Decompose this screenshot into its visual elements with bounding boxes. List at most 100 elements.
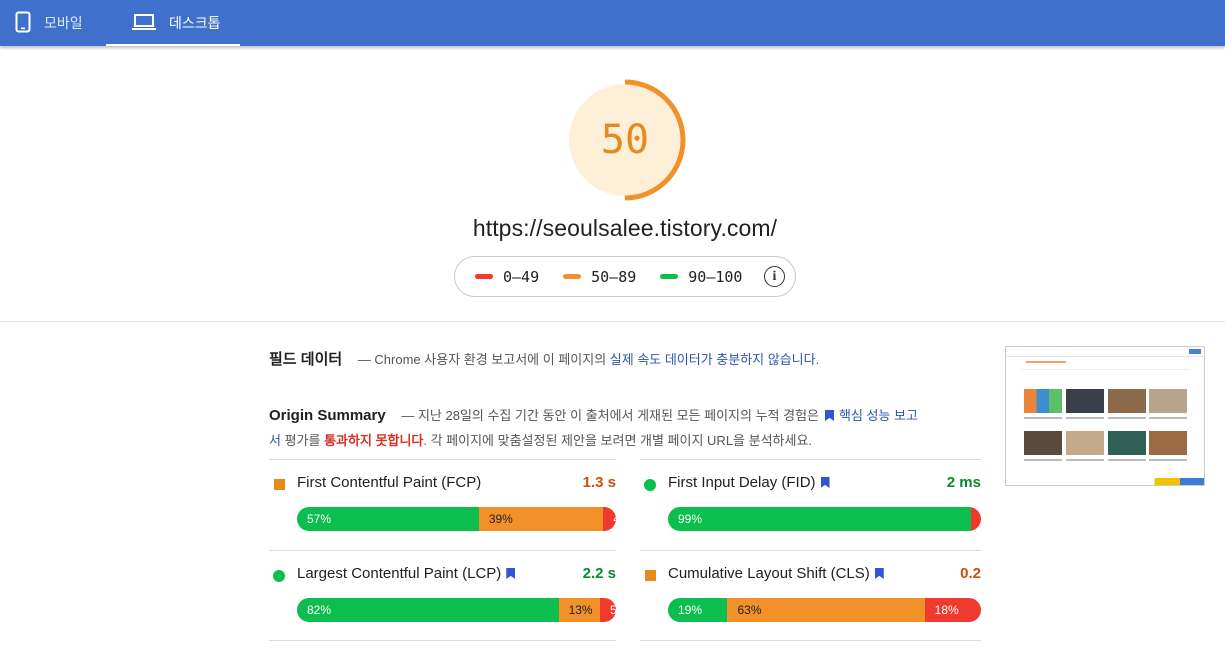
thumbnail-image bbox=[1066, 389, 1104, 413]
average-segment: 63% bbox=[727, 598, 925, 622]
thumbnail-caption bbox=[1024, 459, 1062, 461]
legend-poor-swatch bbox=[475, 274, 493, 279]
tab-desktop-label: 데스크톱 bbox=[169, 15, 221, 31]
metric-divider bbox=[640, 459, 981, 460]
distribution-bar: 19% 63% 18% bbox=[668, 598, 981, 622]
distribution-bar: 82%13%5% bbox=[297, 598, 616, 622]
thumbnail-image bbox=[1108, 431, 1146, 455]
poor-segment bbox=[971, 507, 981, 531]
thumbnail-caption bbox=[1108, 459, 1146, 461]
tab-mobile-label: 모바일 bbox=[44, 15, 83, 31]
good-segment: 57% bbox=[297, 507, 479, 531]
active-tab-indicator bbox=[106, 44, 240, 46]
average-segment: 13% bbox=[558, 598, 601, 622]
info-icon[interactable]: i bbox=[764, 266, 785, 287]
metric-fid: First Input Delay (FID) 2 ms 99% bbox=[640, 459, 981, 550]
poor-segment: 18% bbox=[924, 598, 981, 622]
thumbnail-title bbox=[1026, 361, 1066, 363]
metric-divider bbox=[640, 640, 981, 641]
bookmark-icon bbox=[874, 568, 884, 579]
thumbnail-image bbox=[1149, 431, 1187, 455]
bookmark-icon bbox=[824, 410, 834, 421]
field-data-heading: 필드 데이터 bbox=[269, 351, 343, 368]
thumbnail-caption bbox=[1066, 459, 1104, 461]
thumbnail-caption bbox=[1149, 417, 1187, 419]
legend-good-swatch bbox=[660, 274, 679, 279]
metric-value: 2 ms bbox=[946, 474, 981, 491]
metric-divider bbox=[269, 640, 616, 641]
origin-summary: Origin Summary — 지난 28일의 수집 기간 동안 이 출처에서… bbox=[269, 403, 929, 453]
performance-score: 50 bbox=[600, 117, 650, 163]
poor-segment: 4% bbox=[603, 507, 616, 531]
metric-divider bbox=[269, 550, 616, 551]
thumbnail-caption bbox=[1108, 417, 1146, 419]
legend-average-label: 50–89 bbox=[591, 267, 637, 286]
tab-mobile[interactable]: 모바일 bbox=[0, 0, 104, 46]
score-legend: 0–49 50–89 90–100 i bbox=[454, 256, 796, 297]
section-divider bbox=[0, 321, 1225, 322]
average-status-icon bbox=[645, 570, 656, 581]
phone-icon bbox=[15, 11, 44, 36]
thumbnail-caption bbox=[1066, 417, 1104, 419]
metric-name: Cumulative Layout Shift (CLS) bbox=[668, 565, 884, 582]
metric-lcp: Largest Contentful Paint (LCP) 2.2 s 82%… bbox=[269, 550, 616, 641]
metric-name: First Contentful Paint (FCP) bbox=[297, 474, 481, 491]
thumbnail-caption bbox=[1024, 417, 1062, 419]
field-data-text: Chrome 사용자 환경 보고서에 이 페이지의 bbox=[374, 352, 610, 367]
thumbnail-caption bbox=[1149, 459, 1187, 461]
origin-dash: — bbox=[401, 408, 415, 423]
distribution-bar: 99% bbox=[668, 507, 981, 531]
good-status-icon bbox=[644, 479, 656, 491]
metric-divider bbox=[269, 459, 616, 460]
analyzed-url: https://seoulsalee.tistory.com/ bbox=[472, 215, 778, 241]
origin-text-2: 평가를 bbox=[280, 433, 325, 448]
metric-cls: Cumulative Layout Shift (CLS) 0.2 19% 63%… bbox=[640, 550, 981, 641]
metric-name-text: Largest Contentful Paint (LCP) bbox=[297, 565, 502, 582]
performance-score-gauge: 50 bbox=[563, 78, 687, 202]
metric-value: 1.3 s bbox=[582, 474, 616, 491]
good-segment: 19% bbox=[668, 598, 728, 622]
thumbnail-image bbox=[1066, 431, 1104, 455]
bookmark-icon bbox=[820, 477, 830, 488]
assessment-failed: 통과하지 못합니다 bbox=[324, 433, 424, 448]
origin-text-3: . 각 페이지에 맞춤설정된 제안을 보려면 개별 페이지 URL을 분석하세요… bbox=[423, 433, 813, 448]
legend-poor-label: 0–49 bbox=[503, 267, 540, 286]
field-data-link[interactable]: 실제 속도 데이터가 충분하지 않습니다. bbox=[610, 352, 819, 367]
bookmark-icon bbox=[506, 568, 516, 579]
page-screenshot-thumbnail bbox=[1005, 346, 1205, 486]
origin-summary-heading: Origin Summary bbox=[269, 407, 386, 424]
metric-name: Largest Contentful Paint (LCP) bbox=[297, 565, 516, 582]
average-segment: 39% bbox=[478, 507, 604, 531]
device-tab-bar: 모바일 데스크톱 bbox=[0, 0, 1225, 46]
metric-name-text: First Contentful Paint (FCP) bbox=[297, 474, 482, 491]
thumbnail-image bbox=[1108, 389, 1146, 413]
average-status-icon bbox=[274, 479, 285, 490]
thumbnail-footer bbox=[1006, 478, 1204, 485]
good-segment: 82% bbox=[297, 598, 559, 622]
metric-value: 0.2 bbox=[960, 565, 981, 582]
metric-name-text: First Input Delay (FID) bbox=[668, 474, 816, 491]
field-data-summary: 필드 데이터 — Chrome 사용자 환경 보고서에 이 페이지의 실제 속도… bbox=[269, 348, 819, 369]
thumbnail-divider bbox=[1022, 369, 1190, 370]
good-segment: 99% bbox=[668, 507, 971, 531]
thumbnail-image bbox=[1024, 389, 1062, 413]
laptop-icon bbox=[132, 13, 169, 34]
legend-poor: 0–49 bbox=[475, 268, 539, 286]
thumbnail-image bbox=[1149, 389, 1187, 413]
legend-average-swatch bbox=[563, 274, 582, 279]
poor-segment: 5% bbox=[600, 598, 616, 622]
legend-average: 50–89 bbox=[563, 268, 636, 286]
thumbnail-header bbox=[1006, 347, 1204, 357]
legend-good: 90–100 bbox=[660, 268, 742, 286]
metric-fcp: First Contentful Paint (FCP) 1.3 s 57% 39… bbox=[269, 459, 616, 550]
tab-desktop[interactable]: 데스크톱 bbox=[106, 0, 240, 46]
origin-text: 지난 28일의 수집 기간 동안 이 출처에서 게재된 모든 페이지의 누적 경… bbox=[417, 408, 819, 423]
metric-name: First Input Delay (FID) bbox=[668, 474, 830, 491]
distribution-bar: 57%39%4% bbox=[297, 507, 616, 531]
thumbnail-button bbox=[1189, 349, 1201, 354]
metric-divider bbox=[640, 550, 981, 551]
metric-name-text: Cumulative Layout Shift (CLS) bbox=[668, 565, 870, 582]
legend-good-label: 90–100 bbox=[688, 267, 743, 286]
good-status-icon bbox=[273, 570, 285, 582]
metric-value: 2.2 s bbox=[582, 565, 616, 582]
